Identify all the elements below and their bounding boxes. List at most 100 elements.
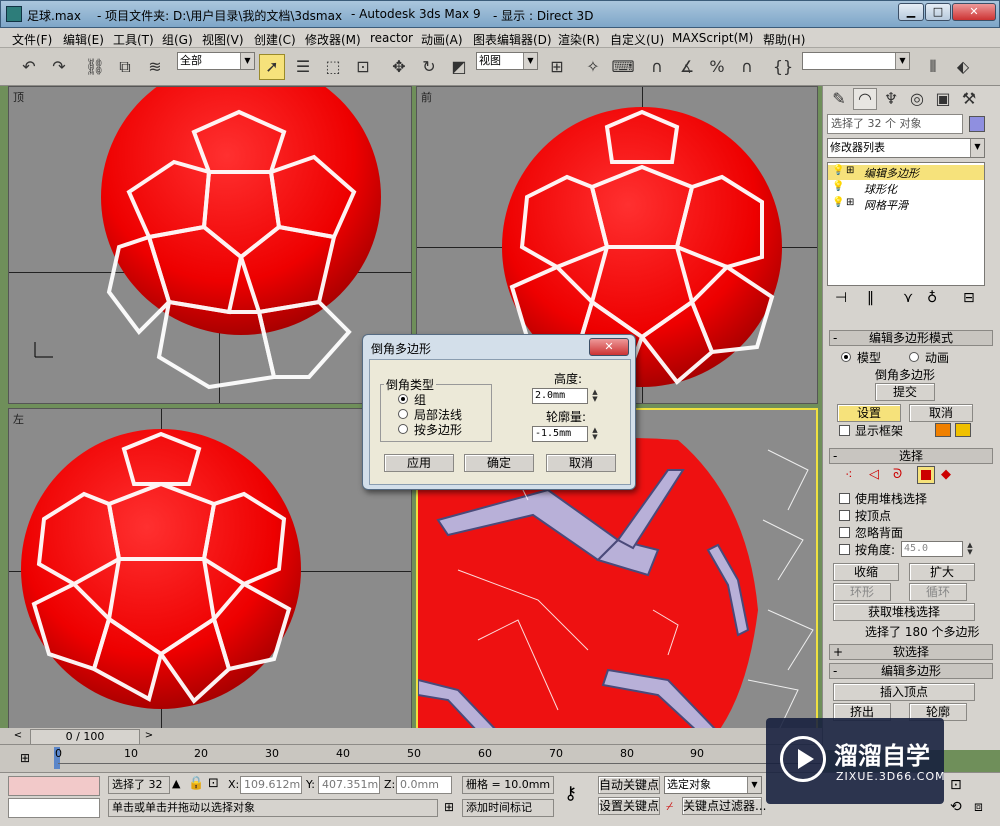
apply-button[interactable]: 应用 [384,454,454,472]
select-link-icon[interactable]: ⛓ [82,54,108,80]
z-coordinate-field[interactable]: 0.0mm [396,776,452,794]
x-coordinate-field[interactable]: 109.612mm [240,776,302,794]
lightbulb-icon[interactable]: 💡 [832,165,844,176]
y-coordinate-field[interactable]: 407.351mm [318,776,380,794]
modifier-stack-list[interactable]: 💡 ⊞ 编辑多边形 💡 球形化 💡 ⊞ 网格平滑 [827,162,985,286]
select-manipulate-icon[interactable]: ✧ [580,54,606,80]
redo-icon[interactable]: ↷ [46,54,72,80]
time-slider-thumb[interactable]: 0 / 100 [30,729,140,745]
unlink-icon[interactable]: ⧉ [112,54,138,80]
border-mode-icon[interactable]: ᘐ [893,467,902,482]
menu-rendering[interactable]: 渲染(R) [558,31,600,48]
dialog-close-button[interactable]: ✕ [589,338,629,356]
align-icon[interactable]: ⬖ [950,54,976,80]
get-stack-selection-button[interactable]: 获取堆栈选择 [833,603,975,621]
maximize-viewport-icon[interactable]: ⧈ [974,799,983,815]
menu-animation[interactable]: 动画(A) [421,31,463,48]
ring-button[interactable]: 环形 [833,583,891,601]
zoom-extents-icon[interactable]: ⊡ [950,777,962,793]
polygon-mode-icon[interactable] [917,466,935,484]
create-tab-icon[interactable]: ✎ [827,88,851,110]
set-key-button[interactable]: 设置关键点 [598,797,660,815]
viewport-left[interactable]: 左 [8,408,412,730]
modify-tab-icon[interactable]: ◠ [853,88,877,110]
outline-amount-spinner[interactable]: -1.5mm [532,426,588,442]
bevel-by-polygon-radio[interactable] [398,424,408,434]
expand-icon[interactable]: ⊞ [846,165,854,176]
add-time-tag-button[interactable]: 添加时间标记 [462,799,554,817]
viewport-top[interactable]: 顶 [8,86,412,404]
hierarchy-tab-icon[interactable]: ♆ [879,88,903,110]
show-end-result-icon[interactable]: ‖ [867,290,874,306]
stack-item-spherify[interactable]: 💡 球形化 [828,181,984,196]
menu-group[interactable]: 组(G) [162,31,193,48]
stack-item-meshsmooth[interactable]: 💡 ⊞ 网格平滑 [828,197,984,212]
cage-selected-color-swatch[interactable] [955,423,971,437]
menu-tools[interactable]: 工具(T) [113,31,154,48]
key-filters-button[interactable]: 关键点过滤器... [682,797,766,815]
spinner-snap-icon[interactable]: ∩ [734,54,760,80]
selection-filter-dropdown[interactable]: 全部 ▼ [177,52,255,70]
vertex-mode-icon[interactable]: ⁖ [845,468,853,483]
maxscript-listener-mini[interactable] [8,776,100,796]
object-color-swatch[interactable] [969,116,985,132]
minimize-button[interactable]: ▁ [898,3,924,21]
mode-model-radio[interactable] [841,352,851,362]
menu-customize[interactable]: 自定义(U) [610,31,664,48]
maxscript-input-mini[interactable] [8,798,100,818]
cancel-button[interactable]: 取消 [909,404,973,422]
remove-modifier-icon[interactable]: ♁ [927,290,937,306]
rectangular-selection-icon[interactable]: ⬚ [320,54,346,80]
named-selection-dropdown[interactable]: ▼ [802,52,910,70]
menu-help[interactable]: 帮助(H) [763,31,805,48]
configure-sets-icon[interactable]: ⊟ [963,290,975,306]
key-icon[interactable]: ⚷ [564,783,577,804]
rollout-soft-selection[interactable]: + 软选择 [829,644,993,660]
by-vertex-checkbox[interactable] [839,510,850,521]
stack-item-edit-poly[interactable]: 💡 ⊞ 编辑多边形 [828,165,984,180]
dialog-cancel-button[interactable]: 取消 [546,454,616,472]
display-tab-icon[interactable]: ▣ [931,88,955,110]
use-stack-selection-checkbox[interactable] [839,493,850,504]
motion-tab-icon[interactable]: ◎ [905,88,929,110]
menu-file[interactable]: 文件(F) [12,31,52,48]
select-object-icon[interactable]: ➚ [259,54,285,80]
menu-views[interactable]: 视图(V) [202,31,244,48]
pivot-center-icon[interactable]: ⊞ [544,54,570,80]
rotate-icon[interactable]: ↻ [416,54,442,80]
make-unique-icon[interactable]: ⋎ [903,290,913,306]
undo-icon[interactable]: ↶ [16,54,42,80]
rollout-edit-poly-mode[interactable]: - 编辑多边形模式 [829,330,993,346]
bevel-local-normal-radio[interactable] [398,409,408,419]
auto-key-button[interactable]: 自动关键点 [598,776,660,794]
cage-color-swatch[interactable] [935,423,951,437]
mirror-icon[interactable]: ⫴ [920,54,946,80]
reference-coord-dropdown[interactable]: 视图 ▼ [476,52,538,70]
expand-icon[interactable]: ⊞ [846,197,854,208]
angle-snap-icon[interactable]: ∡ [674,54,700,80]
selected-info-field[interactable]: 选择了 32 个 对象 [827,114,963,134]
curve-editor-mini-icon[interactable]: ⊞ [14,751,36,767]
lock-selection-icon[interactable]: 🔒 [188,776,204,791]
angle-spinner[interactable]: 45.0 [901,541,963,557]
percent-snap-icon[interactable]: % [704,54,730,80]
menu-edit[interactable]: 编辑(E) [63,31,104,48]
menu-modifiers[interactable]: 修改器(M) [305,31,361,48]
show-cage-checkbox[interactable] [839,425,850,436]
snap-3d-icon[interactable]: ∩ [644,54,670,80]
utilities-tab-icon[interactable]: ⚒ [957,88,981,110]
lightbulb-icon[interactable]: 💡 [832,197,844,208]
shrink-button[interactable]: 收缩 [833,563,899,581]
next-frame-icon[interactable]: > [142,730,156,744]
rollout-edit-polygons[interactable]: - 编辑多边形 [829,663,993,679]
spinner-arrows-icon[interactable]: ▲ ▼ [590,389,600,405]
arc-rotate-icon[interactable]: ⟲ [950,799,962,815]
ok-button[interactable]: 确定 [464,454,534,472]
absolute-mode-icon[interactable]: ⊡ [208,776,219,791]
spinner-arrows-icon[interactable]: ▲ ▼ [965,542,975,558]
rollout-selection[interactable]: - 选择 [829,448,993,464]
spinner-arrows-icon[interactable]: ▲ ▼ [590,427,600,443]
bind-spacewarp-icon[interactable]: ≋ [142,54,168,80]
edge-mode-icon[interactable]: ◁ [869,467,879,482]
modifier-list-dropdown[interactable]: 修改器列表 ▼ [827,138,985,158]
